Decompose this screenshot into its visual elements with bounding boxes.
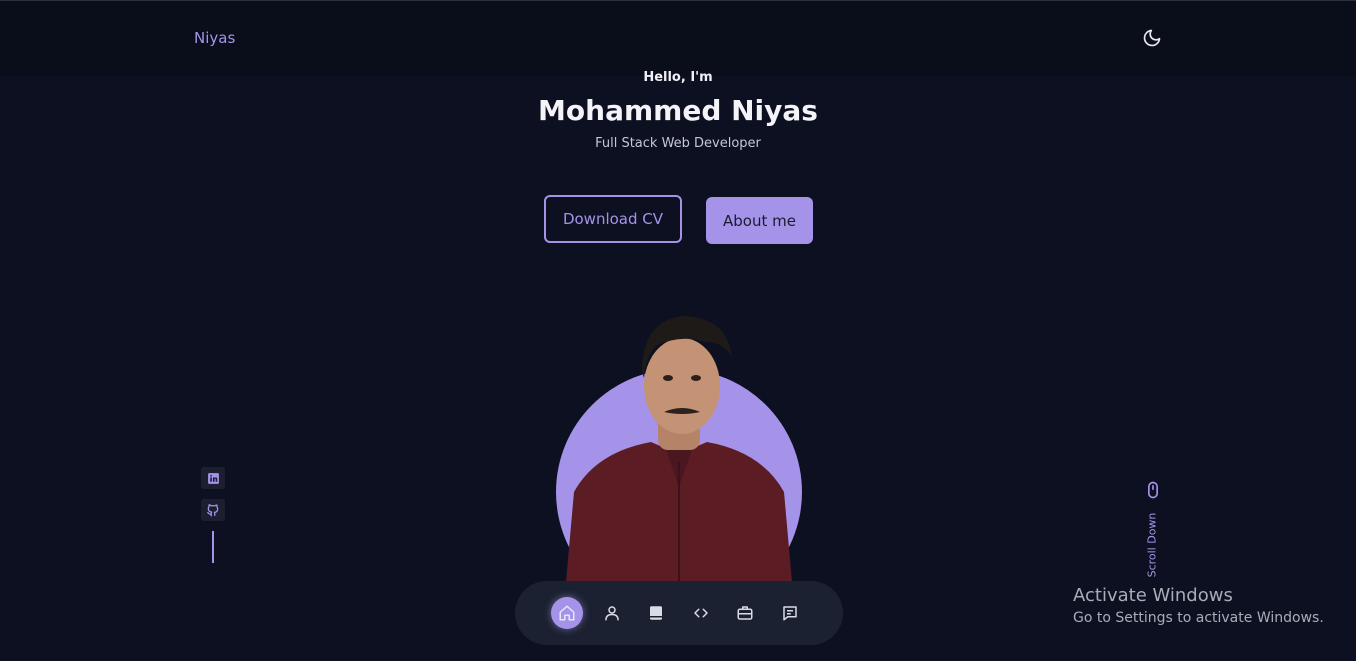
social-divider-line <box>212 531 214 563</box>
user-icon[interactable] <box>596 597 628 629</box>
download-cv-button[interactable]: Download CV <box>544 195 682 243</box>
github-icon[interactable] <box>201 499 225 521</box>
code-icon[interactable] <box>685 597 717 629</box>
linkedin-icon[interactable] <box>201 467 225 489</box>
bottom-nav <box>515 581 843 645</box>
top-navbar: Niyas <box>0 0 1356 76</box>
site-logo[interactable]: Niyas <box>194 29 235 47</box>
activate-windows-title: Activate Windows <box>1073 585 1233 606</box>
scroll-down-label[interactable]: Scroll Down <box>1146 513 1159 578</box>
home-icon[interactable] <box>551 597 583 629</box>
book-icon[interactable] <box>640 597 672 629</box>
hero-name: Mohammed Niyas <box>538 94 818 127</box>
mouse-icon <box>1148 481 1158 499</box>
activate-windows-subtitle: Go to Settings to activate Windows. <box>1073 610 1324 626</box>
profile-portrait <box>556 312 802 582</box>
hero-greeting: Hello, I'm <box>643 70 713 85</box>
briefcase-icon[interactable] <box>729 597 761 629</box>
message-icon[interactable] <box>774 597 806 629</box>
hero-role: Full Stack Web Developer <box>595 136 761 151</box>
moon-icon[interactable] <box>1142 28 1162 48</box>
about-me-button[interactable]: About me <box>706 197 813 244</box>
